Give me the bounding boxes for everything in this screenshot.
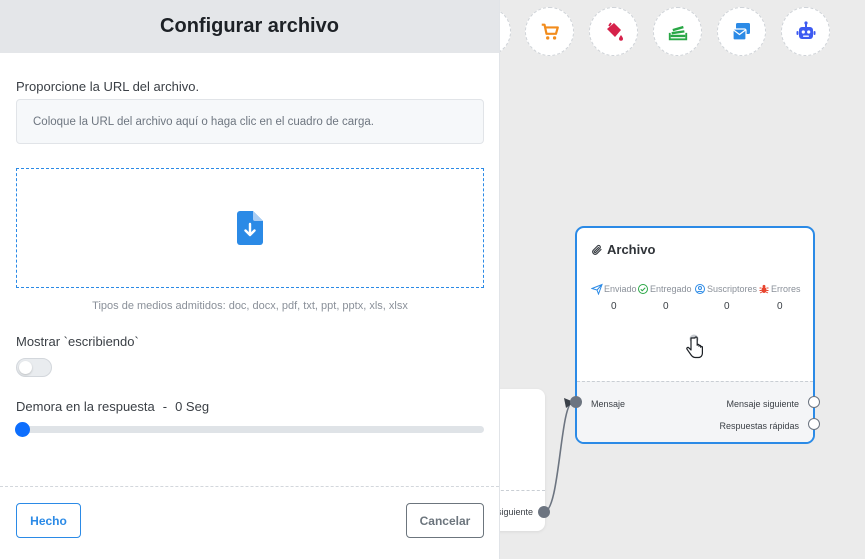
stat-delivered-label: Entregado xyxy=(650,284,692,294)
paperclip-icon xyxy=(592,244,602,255)
node-title: Archivo xyxy=(591,242,655,257)
stat-sent-value: 0 xyxy=(611,301,617,312)
next-message-port-label: Mensaje siguiente xyxy=(726,399,799,409)
delay-label: Demora en la respuesta xyxy=(16,399,155,414)
toggle-knob xyxy=(19,361,32,374)
stat-delivered: Entregado xyxy=(637,283,692,295)
stat-subscribers-value: 0 xyxy=(724,301,730,312)
stat-subscribers: Suscriptores xyxy=(694,283,757,295)
stat-subscribers-label: Suscriptores xyxy=(707,284,758,294)
quick-replies-port[interactable] xyxy=(808,418,820,430)
output-port[interactable] xyxy=(538,506,550,518)
stat-sent: Enviado xyxy=(591,283,637,295)
delay-value: 0 Seg xyxy=(175,399,210,414)
upload-dropzone[interactable] xyxy=(16,168,484,288)
file-url-input[interactable] xyxy=(16,99,484,144)
delay-slider-thumb[interactable] xyxy=(15,422,30,437)
stat-sent-label: Enviado xyxy=(604,284,637,294)
stat-errors-label: Errores xyxy=(771,284,801,294)
typing-toggle[interactable] xyxy=(16,358,52,377)
cancel-button[interactable]: Cancelar xyxy=(406,503,484,538)
user-circle-icon xyxy=(695,284,705,294)
typing-label: Mostrar `escribiendo` xyxy=(16,334,139,349)
panel-header: Configurar archivo xyxy=(0,0,499,53)
next-message-port[interactable] xyxy=(808,396,820,408)
delay-separator: - xyxy=(162,399,168,414)
node-title-text: Archivo xyxy=(607,242,656,257)
file-download-icon xyxy=(237,211,263,245)
footer-divider xyxy=(0,486,499,487)
node-ports-area: Mensaje Mensaje siguiente Respuestas ráp… xyxy=(577,381,813,442)
url-label: Proporcione la URL del archivo. xyxy=(16,79,200,94)
supported-media-note: Tipos de medios admitidos: doc, docx, pd… xyxy=(92,300,408,312)
paper-plane-icon xyxy=(591,283,603,295)
hand-cursor-icon xyxy=(686,334,703,359)
quick-replies-port-label: Respuestas rápidas xyxy=(719,421,799,431)
panel-title: Configurar archivo xyxy=(160,15,339,37)
check-circle-icon xyxy=(638,284,648,294)
configure-file-panel: Configurar archivo Proporcione la URL de… xyxy=(0,0,500,559)
input-port-label: Mensaje xyxy=(591,399,626,409)
stat-delivered-value: 0 xyxy=(663,301,669,312)
input-port[interactable] xyxy=(570,396,582,408)
done-button[interactable]: Hecho xyxy=(16,503,81,538)
delay-label-row: Demora en la respuesta - 0 Seg xyxy=(16,399,209,414)
stat-errors-value: 0 xyxy=(777,301,783,312)
stat-errors: Errores xyxy=(758,283,801,295)
delay-slider[interactable] xyxy=(15,422,484,437)
bug-icon xyxy=(759,284,769,294)
file-node-card[interactable]: Archivo Enviado Entregado Suscriptores E… xyxy=(575,226,815,444)
